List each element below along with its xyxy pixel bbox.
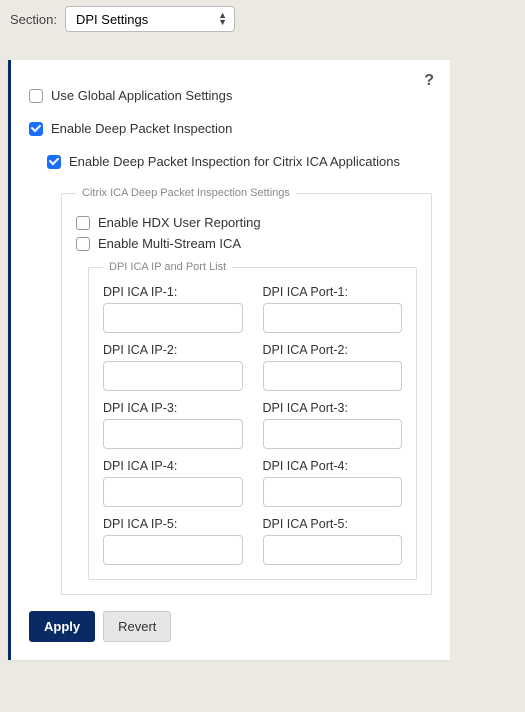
dpi-ica-port-3-block: DPI ICA Port-3: — [263, 401, 403, 449]
dpi-ica-ip-1-block: DPI ICA IP-1: — [103, 285, 243, 333]
dpi-ica-port-1-block: DPI ICA Port-1: — [263, 285, 403, 333]
dpi-ica-port-1-input[interactable] — [263, 303, 403, 333]
apply-button[interactable]: Apply — [29, 611, 95, 642]
dpi-ica-port-5-label: DPI ICA Port-5: — [263, 517, 403, 531]
dpi-ica-ip-5-block: DPI ICA IP-5: — [103, 517, 243, 565]
dpi-ica-port-5-block: DPI ICA Port-5: — [263, 517, 403, 565]
enable-hdx-label: Enable HDX User Reporting — [98, 215, 261, 230]
dpi-ica-ip-3-input[interactable] — [103, 419, 243, 449]
use-global-label: Use Global Application Settings — [51, 88, 232, 103]
dpi-ica-port-2-block: DPI ICA Port-2: — [263, 343, 403, 391]
revert-button[interactable]: Revert — [103, 611, 171, 642]
dpi-ica-port-2-label: DPI ICA Port-2: — [263, 343, 403, 357]
citrix-group: Citrix ICA Deep Packet Inspection Settin… — [61, 187, 432, 595]
top-bar: Section: DPI Settings ▲▼ — [0, 0, 525, 42]
dpi-ica-port-1-label: DPI ICA Port-1: — [263, 285, 403, 299]
dpi-ica-port-2-input[interactable] — [263, 361, 403, 391]
enable-hdx-checkbox[interactable] — [76, 216, 90, 230]
dpi-ica-ip-5-label: DPI ICA IP-5: — [103, 517, 243, 531]
dpi-ica-port-4-block: DPI ICA Port-4: — [263, 459, 403, 507]
dpi-ica-port-4-input[interactable] — [263, 477, 403, 507]
dpi-ica-port-3-input[interactable] — [263, 419, 403, 449]
section-select-wrap: DPI Settings ▲▼ — [65, 6, 235, 32]
enable-dpi-label: Enable Deep Packet Inspection — [51, 121, 232, 136]
dpi-ica-ip-1-label: DPI ICA IP-1: — [103, 285, 243, 299]
enable-multistream-label: Enable Multi-Stream ICA — [98, 236, 241, 251]
enable-dpi-checkbox[interactable] — [29, 122, 43, 136]
dpi-ica-ip-4-block: DPI ICA IP-4: — [103, 459, 243, 507]
enable-multistream-checkbox[interactable] — [76, 237, 90, 251]
help-icon[interactable]: ? — [424, 72, 434, 90]
section-select[interactable]: DPI Settings — [65, 6, 235, 32]
dpi-ica-ip-3-block: DPI ICA IP-3: — [103, 401, 243, 449]
dpi-ica-ip-4-label: DPI ICA IP-4: — [103, 459, 243, 473]
section-label: Section: — [10, 12, 57, 27]
enable-dpi-citrix-label: Enable Deep Packet Inspection for Citrix… — [69, 154, 400, 169]
enable-hdx-row[interactable]: Enable HDX User Reporting — [76, 215, 417, 230]
use-global-row[interactable]: Use Global Application Settings — [29, 88, 432, 103]
use-global-checkbox[interactable] — [29, 89, 43, 103]
dpi-ica-port-3-label: DPI ICA Port-3: — [263, 401, 403, 415]
settings-card: ? Use Global Application Settings Enable… — [8, 60, 450, 660]
dpi-ica-ip-1-input[interactable] — [103, 303, 243, 333]
dpi-ica-port-4-label: DPI ICA Port-4: — [263, 459, 403, 473]
citrix-legend: Citrix ICA Deep Packet Inspection Settin… — [76, 187, 296, 199]
enable-multistream-row[interactable]: Enable Multi-Stream ICA — [76, 236, 417, 251]
dpi-ica-ip-5-input[interactable] — [103, 535, 243, 565]
dpi-ica-ip-2-block: DPI ICA IP-2: — [103, 343, 243, 391]
dpi-ica-ip-4-input[interactable] — [103, 477, 243, 507]
enable-dpi-row[interactable]: Enable Deep Packet Inspection — [29, 121, 432, 136]
enable-dpi-citrix-checkbox[interactable] — [47, 155, 61, 169]
dpi-ica-ip-3-label: DPI ICA IP-3: — [103, 401, 243, 415]
ip-port-grid: DPI ICA IP-1: DPI ICA Port-1: DPI ICA IP-2… — [103, 285, 402, 565]
dpi-ica-port-5-input[interactable] — [263, 535, 403, 565]
button-row: Apply Revert — [29, 611, 432, 642]
enable-dpi-citrix-row[interactable]: Enable Deep Packet Inspection for Citrix… — [47, 154, 432, 169]
ip-port-legend: DPI ICA IP and Port List — [103, 261, 232, 273]
dpi-ica-ip-2-input[interactable] — [103, 361, 243, 391]
dpi-ica-ip-2-label: DPI ICA IP-2: — [103, 343, 243, 357]
ip-port-group: DPI ICA IP and Port List DPI ICA IP-1:DP… — [88, 261, 417, 580]
